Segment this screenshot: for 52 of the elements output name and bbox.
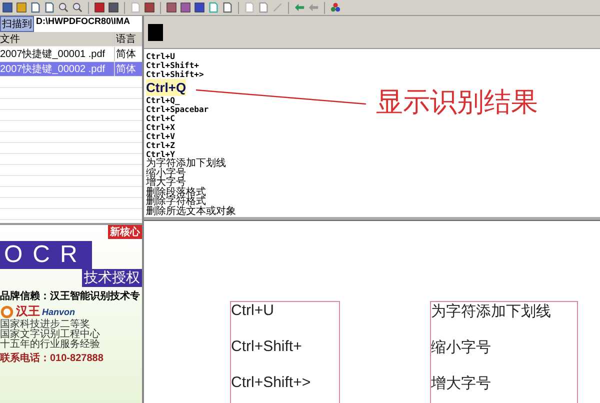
file-language: 简体 — [114, 62, 142, 76]
palette-icon[interactable] — [330, 2, 341, 13]
region-text-line: 缩小字号 — [431, 338, 492, 358]
zoom-out-icon[interactable] — [72, 2, 83, 13]
file-language: 简体 — [114, 47, 142, 61]
scan-label[interactable]: 扫描到 — [0, 16, 34, 32]
text-line: Ctrl+Y — [146, 150, 175, 159]
text-line: 缩小字号 — [146, 168, 186, 178]
ad-award: 国家科技进步二等奖 — [0, 320, 90, 330]
column-header[interactable]: 文件 — [0, 32, 114, 46]
text-line: 删除字符格式 — [146, 197, 206, 207]
zoom-in-icon[interactable] — [58, 2, 69, 13]
ad-headline: OCR — [0, 241, 92, 269]
file-name: 2007快捷键_00002 .pdf — [0, 62, 106, 76]
text-line: 增大字号 — [146, 178, 186, 188]
text-line: 删除段落格式 — [146, 188, 206, 198]
ad-award: 国家文字识别工程中心 — [0, 330, 101, 340]
logo-text: 汉王 — [16, 303, 40, 318]
page-icon[interactable] — [44, 2, 55, 13]
file-row[interactable]: 2007快捷键_00002 .pdf 简体 — [0, 62, 142, 77]
logo-subtext: Hanvon — [42, 306, 76, 316]
text-line: 删除所选文本或对象 — [146, 206, 236, 217]
text-line: Ctrl+Shift+> — [146, 70, 204, 79]
text-line: Ctrl+Z — [146, 141, 175, 150]
text-line: Ctrl+U — [146, 52, 175, 61]
image-thumbnail[interactable] — [148, 24, 163, 40]
region-text-line: Ctrl+Shift+ — [231, 338, 303, 357]
ad-phone: 联系电话：010-827888 — [0, 352, 104, 365]
column-header[interactable]: 语言 — [114, 32, 142, 46]
region-text-line: 为字符添加下划线 — [431, 302, 552, 322]
text-line: Ctrl+Q_ — [146, 96, 180, 105]
text-line: Ctrl+X — [146, 123, 175, 132]
ad-badge: 新核心 — [108, 225, 142, 239]
text-line: 为字符添加下划线 — [146, 159, 226, 169]
region-text-line: Ctrl+Shift+> — [231, 374, 312, 393]
logo-icon — [0, 304, 14, 318]
text-line: Ctrl+Spacebar — [146, 105, 209, 114]
annotation-text: 显示识别结果 — [376, 86, 538, 120]
text-line: Ctrl+Shift+ — [146, 61, 199, 70]
folder-path: D:\HWPDFOCR80\IMA — [36, 16, 130, 28]
ad-subtitle: 技术授权 — [82, 269, 142, 287]
region-text-line: 增大字号 — [431, 374, 492, 394]
ad-award: 十五年的行业服务经验 — [0, 340, 101, 350]
ad-brand-line: 品牌信赖：汉王智能识别技术专 — [0, 290, 141, 303]
text-line: Ctrl+V — [146, 132, 175, 141]
text-line: Ctrl+C — [146, 114, 175, 123]
advertisement-banner[interactable]: 新核心 OCR 技术授权 品牌信赖：汉王智能识别技术专 汉王 Hanvon 国家科技进步二等奖 国家文字识别工程中心 十五年的行业服务经验 联系电话：010-827888 — [0, 223, 142, 403]
text-region[interactable]: 为字符添加下划线 缩小字号 增大字号 — [430, 300, 578, 403]
file-name: 2007快捷键_00001 .pdf — [0, 48, 106, 61]
page-icon[interactable] — [30, 2, 41, 13]
text-region[interactable]: Ctrl+U Ctrl+Shift+ Ctrl+Shift+> — [230, 300, 340, 403]
region-text-line: Ctrl+U — [231, 302, 275, 321]
